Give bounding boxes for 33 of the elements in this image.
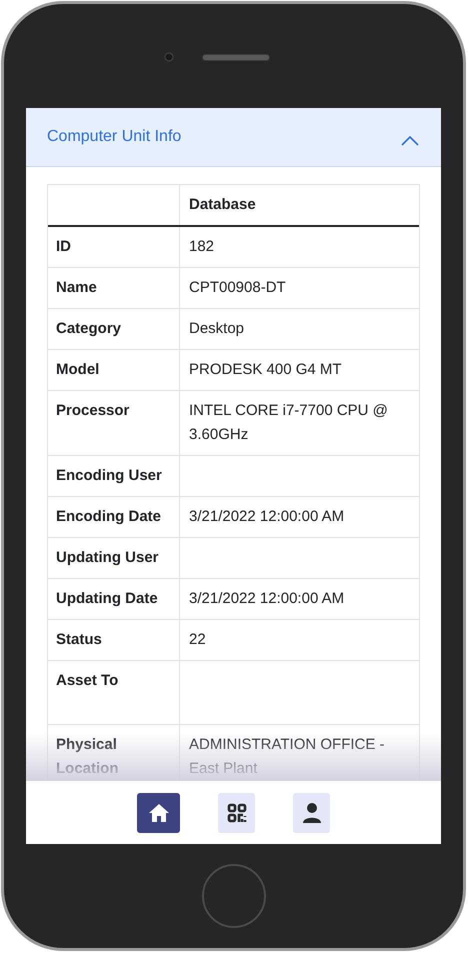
speaker-icon <box>202 54 270 61</box>
row-label: Encoding Date <box>48 497 180 537</box>
qr-code-icon <box>226 802 246 822</box>
row-value: ADMINISTRATION OFFICE - East Plant <box>189 736 385 777</box>
nav-button[interactable] <box>218 792 255 832</box>
camera-icon <box>164 52 174 62</box>
row-label: Name <box>48 268 180 308</box>
row-label: Asset To <box>48 661 180 724</box>
row-label: Updating User <box>48 538 180 578</box>
nav-button[interactable] <box>137 792 180 832</box>
row-value: 3/21/2022 12:00:00 AM <box>189 508 344 525</box>
row-label: Status <box>48 620 180 660</box>
row-label: Category <box>48 309 180 349</box>
row-value: 22 <box>189 631 206 648</box>
chevron-icon <box>401 136 419 146</box>
row-value: Desktop <box>189 320 244 337</box>
home-button-icon <box>200 863 266 929</box>
column-header: Database <box>188 195 257 215</box>
row-label: Updating Date <box>48 579 180 619</box>
row-value: CPT00908-DT <box>189 279 286 296</box>
row-label: Model <box>48 350 180 390</box>
accordion-title: Computer Unit Info <box>47 127 182 147</box>
row-value: PRODESK 400 G4 MT <box>189 361 342 378</box>
row-label: Encoding User <box>48 456 180 496</box>
home-icon <box>148 802 170 822</box>
nav-button[interactable] <box>293 792 330 832</box>
accordion-header[interactable]: Computer Unit Info <box>26 108 441 167</box>
row-label: ID <box>48 227 180 267</box>
row-value: INTEL CORE i7-7700 CPU @ 3.60GHz <box>189 402 388 443</box>
row-label: Processor <box>48 391 180 455</box>
row-value: 3/21/2022 12:00:00 AM <box>189 590 344 607</box>
row-value: 182 <box>189 238 214 255</box>
person-icon <box>302 802 322 824</box>
